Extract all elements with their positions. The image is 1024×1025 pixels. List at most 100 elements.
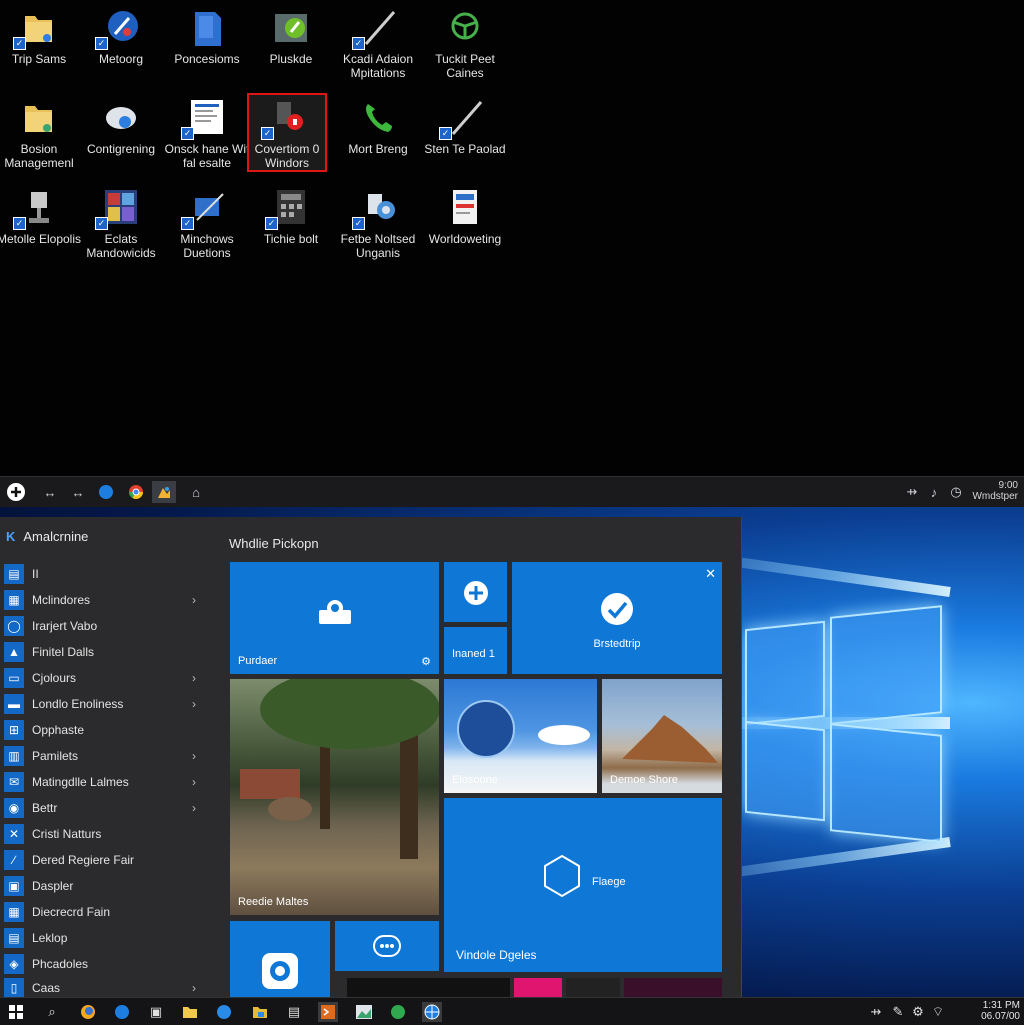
desktop-icon[interactable]: Tuckit Peet Caines [422,8,508,80]
search-icon[interactable]: ⌕ [42,1002,62,1022]
photos-icon[interactable] [354,1002,374,1022]
back-forward-icon[interactable]: ↔ [38,481,62,503]
app-list-item[interactable]: ◯ Irarjert Vabo [4,615,200,637]
tile-dark-2[interactable] [566,978,620,997]
app-icon: ▭ [4,668,24,688]
desktop-icon-label: Tichie bolt [263,232,319,246]
tile-add[interactable] [444,562,507,622]
tile-rock-photo[interactable]: Demoe Shore [602,679,722,793]
tile-flaege[interactable]: Flaege Vindole Dgeles [444,798,722,972]
windows-logo-pane [830,605,942,725]
terminal-icon[interactable] [318,1002,338,1022]
volume-icon[interactable]: ♪ [922,481,946,503]
app-list-item[interactable]: ▲ Finitel Dalls [4,641,200,663]
top-clock[interactable]: 9:00 Wmdstper [972,480,1018,502]
desktop-icon[interactable]: ✓ Tichie bolt [248,188,334,246]
desktop-icon[interactable]: ✓ Metoorg [78,8,164,66]
desktop-icon[interactable]: ✓ Trip Sams [0,8,82,66]
wifi-icon[interactable]: ⌔ [928,1002,948,1022]
app-list-item[interactable]: ▤ II [4,563,200,585]
tile-magenta[interactable] [624,978,722,997]
desktop-icon[interactable]: ✓ Kcadi Adaion Mpitations [335,8,421,80]
app-list-item[interactable]: ▥ Pamilets › [4,745,200,767]
app-list-item[interactable]: ▤ Leklop [4,927,200,949]
desktop-icon[interactable]: Pluskde [248,8,334,66]
tile-pink[interactable] [514,978,562,997]
tile-forest-photo[interactable]: Reedie Maltes [230,679,439,915]
chat-icon [335,935,439,957]
file-explorer-icon[interactable] [180,1002,200,1022]
close-icon[interactable]: ✕ [705,566,716,582]
desktop-icon-label: Metoorg [98,52,144,66]
chevron-right-icon: › [192,671,196,685]
app-list-item[interactable]: ▣ Daspler [4,875,200,897]
app-icon: ▣ [4,876,24,896]
app-list-item[interactable]: ▬ Londlo Enoliness › [4,693,200,715]
gear-globe-icon: ✓ [352,188,398,230]
app-list-item[interactable]: ▯ Caas › [4,977,200,999]
desktop-icon[interactable]: Poncesioms [164,8,250,66]
app-list-item[interactable]: ✉ Matingdlle Lalmes › [4,771,200,793]
alert-app-icon: ✓ [261,98,307,140]
edge-browser-icon[interactable] [94,481,118,503]
desktop-icon[interactable]: ✓ Metolle Elopolis [0,188,82,246]
edge-icon[interactable] [112,1002,132,1022]
tile-label: Purdaer [238,655,278,667]
app-list-item[interactable]: ▦ Diecrecrd Fain [4,901,200,923]
desktop-icon[interactable]: ✓ Minchows Duetions [164,188,250,260]
desktop-icon[interactable]: ✓ Onsck hane Wit fal esalte [164,98,250,170]
document-icon: ✓ [181,98,227,140]
photos-app-icon[interactable] [152,481,176,503]
app-list-item[interactable]: ▦ Mclindores › [4,589,200,611]
network-icon[interactable]: ⇸ [900,481,924,503]
tile-sky-photo[interactable]: Elosoone [444,679,597,793]
windows-start-icon[interactable] [6,1002,26,1022]
desktop-icon-label: Mort Breng [348,142,408,156]
desktop-icon[interactable]: ✓ Sten Te Paolad [422,98,508,156]
taskbar-clock[interactable]: 1:31 PM 06.07/00 [981,1000,1020,1022]
tile-app-camera[interactable] [230,921,330,997]
app-list-item[interactable]: ◈ Phcadoles [4,953,200,975]
desktop-icon[interactable]: ✓ Fetbe Noltsed Unganis [335,188,421,260]
app-list-label: II [32,567,39,581]
desktop-icon-selected[interactable]: ✓ Covertiom 0 Windors [247,93,327,172]
firefox-icon[interactable] [78,1002,98,1022]
clock-icon[interactable]: ◷ [944,481,968,503]
browser-icon[interactable] [214,1002,234,1022]
network-icon[interactable]: ⇸ [866,1002,886,1022]
desktop-icon-label: Eclats Mandowicids [86,232,156,260]
tile-dark-1[interactable] [347,978,510,997]
app-list-item[interactable]: ⊞ Opphaste [4,719,200,741]
chevron-right-icon: › [192,593,196,607]
folder-icon[interactable] [250,1002,270,1022]
settings-icon[interactable]: ⚙ [908,1002,928,1022]
desktop-icon[interactable]: ✓ Eclats Mandowicids [78,188,164,260]
globe-icon[interactable] [422,1002,442,1022]
green-app-icon[interactable] [388,1002,408,1022]
desktop-icon[interactable]: Mort Breng [335,98,421,156]
chrome-browser-icon[interactable] [124,481,148,503]
swap-icon[interactable]: ↔ [66,481,90,503]
home-icon[interactable]: ⌂ [184,481,208,503]
desktop-icon-label: Pluskde [269,52,313,66]
windows-logo-pane [745,720,825,822]
app-icon: ▥ [4,746,24,766]
tile-inaned[interactable]: Inaned 1 [444,627,507,674]
desktop-icon[interactable]: Worldoweting [422,188,508,246]
tile-bastedtrip[interactable]: ✕ Brstedtrip [512,562,722,674]
app-list-item[interactable]: ▭ Cjolours › [4,667,200,689]
media-icon[interactable]: ▤ [284,1002,304,1022]
app-list-label: Matingdlle Lalmes [32,775,129,789]
app-list-item[interactable]: ◉ Bettr › [4,797,200,819]
app-list-label: Opphaste [32,723,85,737]
tile-purdaer[interactable]: Purdaer ⚙ [230,562,439,674]
edit-icon[interactable]: ✎ [888,1002,908,1022]
store-icon[interactable]: ▣ [146,1002,166,1022]
form-icon [445,188,485,228]
tile-app-chat[interactable] [335,921,439,971]
desktop-icon[interactable]: Bosion Managemenl [0,98,82,170]
desktop-icon[interactable]: Contigrening [78,98,164,156]
app-list-item[interactable]: ∕ Dered Regiere Fair [4,849,200,871]
add-icon[interactable] [4,481,28,503]
app-list-item[interactable]: ✕ Cristi Natturs [4,823,200,845]
